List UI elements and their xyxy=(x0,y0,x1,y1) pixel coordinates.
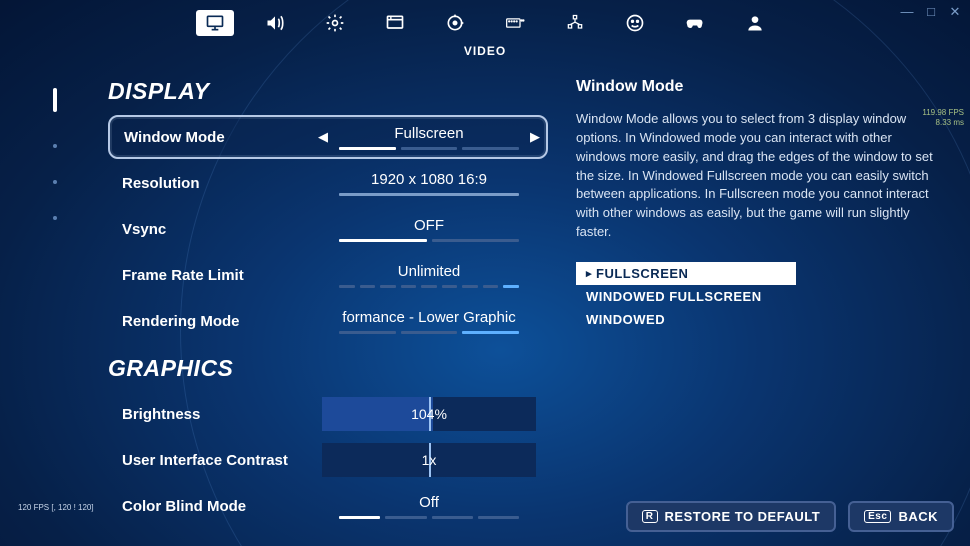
tab-replays[interactable] xyxy=(436,10,474,36)
tab-keyboard[interactable] xyxy=(496,10,534,36)
subtab-dot[interactable] xyxy=(53,180,57,184)
desc-body: Window Mode allows you to select from 3 … xyxy=(576,110,936,242)
arrow-right-icon[interactable]: ▶ xyxy=(530,129,540,145)
section-title-display: DISPLAY xyxy=(108,78,548,105)
key-hint: Esc xyxy=(864,510,891,523)
row-cb-strength[interactable]: Color Blind Strength 5 xyxy=(108,530,548,546)
label-color-blind: Color Blind Mode xyxy=(122,498,322,515)
row-resolution[interactable]: Resolution 1920 x 1080 16:9 xyxy=(108,161,548,205)
value-brightness: 104% xyxy=(411,406,447,422)
row-color-blind[interactable]: Color Blind Mode Off xyxy=(108,484,548,528)
back-button[interactable]: Esc BACK xyxy=(848,501,954,532)
row-ui-contrast[interactable]: User Interface Contrast 1x xyxy=(108,438,548,482)
tab-video[interactable] xyxy=(196,10,234,36)
tab-social[interactable] xyxy=(556,10,594,36)
desc-title: Window Mode xyxy=(576,78,936,96)
settings-tab-bar xyxy=(0,10,970,36)
tab-accessibility[interactable] xyxy=(616,10,654,36)
value-vsync: OFF xyxy=(414,217,444,234)
row-window-mode[interactable]: Window Mode ◀▶ Fullscreen xyxy=(108,115,548,159)
label-rendering-mode: Rendering Mode xyxy=(122,313,322,330)
label-resolution: Resolution xyxy=(122,175,322,192)
key-hint: R xyxy=(642,510,658,523)
value-rendering-mode: formance - Lower Graphic xyxy=(342,309,515,326)
subtab-dot[interactable] xyxy=(53,216,57,220)
value-window-mode: Fullscreen xyxy=(394,125,463,142)
value-resolution: 1920 x 1080 16:9 xyxy=(371,171,487,188)
option-windowed-fullscreen[interactable]: WINDOWED FULLSCREEN xyxy=(576,285,796,308)
tab-controller[interactable] xyxy=(676,10,714,36)
row-frame-rate[interactable]: Frame Rate Limit Unlimited xyxy=(108,253,548,297)
active-tab-label: VIDEO xyxy=(0,44,970,58)
tab-ui[interactable] xyxy=(376,10,414,36)
subtab-dot[interactable] xyxy=(53,144,57,148)
label-vsync: Vsync xyxy=(122,221,322,238)
row-brightness[interactable]: Brightness 104% xyxy=(108,392,548,436)
slider-ui-contrast[interactable]: 1x xyxy=(322,443,536,477)
value-ui-contrast: 1x xyxy=(422,452,437,468)
settings-list: DISPLAY Window Mode ◀▶ Fullscreen Resolu… xyxy=(108,78,548,546)
label-window-mode: Window Mode xyxy=(124,129,324,146)
section-title-graphics: GRAPHICS xyxy=(108,355,548,382)
tab-game[interactable] xyxy=(316,10,354,36)
value-color-blind: Off xyxy=(419,494,439,511)
value-frame-rate: Unlimited xyxy=(398,263,461,280)
tab-account[interactable] xyxy=(736,10,774,36)
row-vsync[interactable]: Vsync OFF xyxy=(108,207,548,251)
label-brightness: Brightness xyxy=(122,406,322,423)
label-ui-contrast: User Interface Contrast xyxy=(122,452,322,469)
left-subtabs xyxy=(50,88,60,220)
option-fullscreen[interactable]: FULLSCREEN xyxy=(576,262,796,285)
slider-brightness[interactable]: 104% xyxy=(322,397,536,431)
tab-audio[interactable] xyxy=(256,10,294,36)
description-panel: Window Mode Window Mode allows you to se… xyxy=(576,78,936,546)
label-frame-rate: Frame Rate Limit xyxy=(122,267,322,284)
perf-overlay-bottom: 120 FPS [, 120 ! 120] xyxy=(18,503,94,512)
option-windowed[interactable]: WINDOWED xyxy=(576,308,796,331)
perf-overlay-top: 119.98 FPS 8.33 ms xyxy=(922,108,964,127)
restore-default-button[interactable]: R RESTORE TO DEFAULT xyxy=(626,501,836,532)
option-list: FULLSCREEN WINDOWED FULLSCREEN WINDOWED xyxy=(576,262,796,331)
subtab-active-indicator[interactable] xyxy=(53,88,57,112)
row-rendering-mode[interactable]: Rendering Mode formance - Lower Graphic xyxy=(108,299,548,343)
